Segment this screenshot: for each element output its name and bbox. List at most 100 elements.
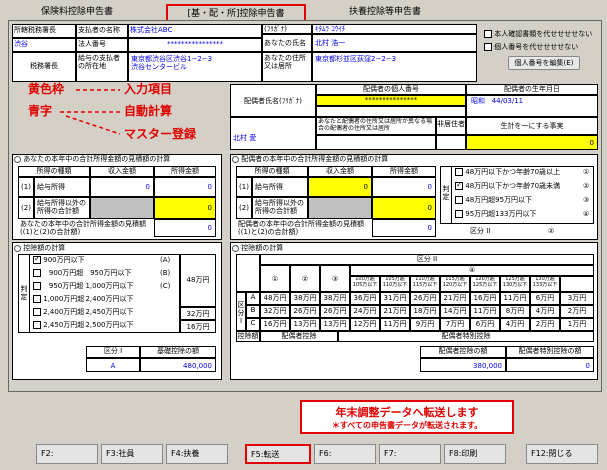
deduct-label: 控除額: [236, 331, 260, 342]
row-no: (1): [18, 177, 34, 197]
row-no: (2): [18, 197, 34, 219]
checkbox[interactable]: [455, 196, 463, 204]
table-cell: 14万円: [440, 305, 470, 318]
living-value[interactable]: 0: [466, 135, 598, 150]
col-type: 所得の種類: [236, 166, 308, 177]
sub-col-header: 130万超 133万以下: [530, 276, 560, 292]
row-no: (2): [236, 197, 252, 219]
own-salary-income: 0: [90, 177, 154, 197]
table-cell: 38万円: [290, 292, 320, 305]
row-key: A: [246, 292, 260, 305]
col-header: ③: [320, 265, 350, 292]
table-cell: 3万円: [560, 292, 594, 305]
spouse-bracket-row[interactable]: 95万円超133万円以下: [455, 210, 537, 218]
spouse-other-amount[interactable]: 0: [372, 197, 436, 219]
spouse-mynum[interactable]: ***************: [316, 95, 466, 106]
spouse-sp-value: 0: [506, 358, 594, 372]
spouse-birth[interactable]: 昭和 44/03/11: [466, 95, 598, 117]
radio-icon: [232, 244, 239, 252]
table-cell: 4万円: [530, 305, 560, 318]
checkbox[interactable]: [33, 282, 41, 290]
basic-ded-value: 480,000: [140, 358, 216, 372]
sub-col-header: 125万超 130万以下: [500, 276, 530, 292]
col-header: ②: [290, 265, 320, 292]
table-cell: 48万円: [260, 292, 290, 305]
transfer-notice: 年末調整データへ転送します ＊すべての申告書データが転送されます。: [300, 400, 514, 434]
spouse-total-label: 配偶者の本年中の合計所得金額の見積額 ((1)と(2)の合計額): [238, 220, 364, 237]
corner-cell: [236, 254, 260, 292]
spouse-bracket-row[interactable]: 48万円以下かつ年齢70歳未満: [455, 180, 560, 190]
bracket-row[interactable]: 900万円以下: [33, 254, 85, 264]
f7-button[interactable]: F7:: [379, 444, 441, 464]
row-key: C: [246, 318, 260, 331]
col-amount: 所得金額: [372, 166, 436, 177]
judge-label: 判定: [18, 254, 30, 333]
row-key: B: [246, 305, 260, 318]
basic-ded-label: 基礎控除の額: [140, 346, 216, 358]
spouse-bracket-row[interactable]: 48万円以下かつ年齢70歳以上: [455, 168, 560, 176]
table-cell: 16万円: [470, 292, 500, 305]
own-other-amount[interactable]: 0: [154, 197, 216, 219]
table-cell: 13万円: [320, 318, 350, 331]
table-cell: 26万円: [290, 305, 320, 318]
spouse-mynum-label: 配偶者の個人番号: [316, 84, 466, 95]
table-cell: 13万円: [290, 318, 320, 331]
table-cell: 9万円: [410, 318, 440, 331]
table-cell: 26万円: [320, 305, 350, 318]
table-cell: 32万円: [260, 305, 290, 318]
spouse-birth-label: 配偶者の生年月日: [466, 84, 598, 95]
spouse-sp-amount-label: 配偶者特別控除の額: [506, 346, 594, 358]
sub-col-header: 120万超 125万以下: [470, 276, 500, 292]
grey-cell: [90, 197, 154, 219]
checkbox[interactable]: [33, 269, 41, 277]
f8-print-button[interactable]: F8:印刷: [444, 444, 506, 464]
f2-button[interactable]: F2:: [36, 444, 98, 464]
spouse-bracket-row[interactable]: 48万円超95万円以下: [455, 196, 532, 204]
row-no: (1): [236, 177, 252, 197]
table-cell: 18万円: [410, 305, 440, 318]
checkbox[interactable]: [33, 295, 41, 303]
own-salary-amount: 0: [154, 177, 216, 197]
checkbox-checked[interactable]: [33, 254, 41, 264]
spouse-ded-label: 配偶者控除: [260, 331, 338, 342]
own-total-label: あなたの本年中の合計所得金額の見積額 ((1)と(2)の合計額): [20, 220, 146, 237]
checkbox[interactable]: [33, 308, 41, 316]
spouse-name[interactable]: 北村 愛: [230, 117, 316, 150]
bracket-row[interactable]: 1,000万円超 2,400万円以下: [33, 295, 134, 303]
spouse-addr-diff-label: あなたと配偶者の住所又は居所が異なる場合の配偶者の住所又は居所: [316, 117, 436, 135]
living-label: 生計を一にする事実: [466, 117, 598, 135]
table-cell: 6万円: [470, 318, 500, 331]
spouse-ded-value: 380,000: [420, 358, 506, 372]
grey-cell: [308, 197, 372, 219]
checkbox[interactable]: [455, 210, 463, 218]
checkbox[interactable]: [455, 168, 463, 176]
table-cell: 6万円: [530, 292, 560, 305]
spouse-special-label: 配偶者特別控除: [338, 331, 594, 342]
spouse-salary-income[interactable]: 0: [308, 177, 372, 197]
table-cell: 1万円: [560, 318, 594, 331]
checkbox-checked[interactable]: [455, 180, 463, 190]
f3-employee-button[interactable]: F3:社員: [101, 444, 163, 464]
bracket-row[interactable]: 2,450万円超 2,500万円以下: [33, 321, 134, 329]
f12-close-button[interactable]: F12:閉じる: [526, 444, 598, 464]
spouse-class-value: ②: [548, 227, 555, 235]
nonresident-label: 非居住者: [436, 117, 466, 135]
class1-label: 区分 I: [236, 292, 246, 331]
bracket-row[interactable]: 900万円超 950万円以下: [33, 269, 131, 277]
bracket-row[interactable]: 2,400万円超 2,450万円以下: [33, 308, 134, 316]
table-cell: 8万円: [500, 305, 530, 318]
amount-32: 32万円: [180, 307, 216, 320]
f6-button[interactable]: F6:: [314, 444, 376, 464]
col4-header: ④: [350, 265, 594, 276]
table-cell: 36万円: [350, 292, 380, 305]
f4-dependents-button[interactable]: F4:扶養: [166, 444, 228, 464]
spouse-income-title: 配偶者の本年中の合計所得金額の見積額の計算: [232, 155, 388, 163]
table-cell: 38万円: [320, 292, 350, 305]
f5-transfer-button[interactable]: F5:転送: [245, 444, 311, 464]
checkbox[interactable]: [33, 321, 41, 329]
table-cell: 7万円: [440, 318, 470, 331]
own-income-title: あなたの本年中の合計所得金額の見積額の計算: [14, 155, 170, 163]
spouse-salary-amount: 0: [372, 177, 436, 197]
bracket-row[interactable]: 950万円超 1,000万円以下: [33, 282, 134, 290]
basic-ded-title: 控除額の計算: [14, 244, 65, 252]
